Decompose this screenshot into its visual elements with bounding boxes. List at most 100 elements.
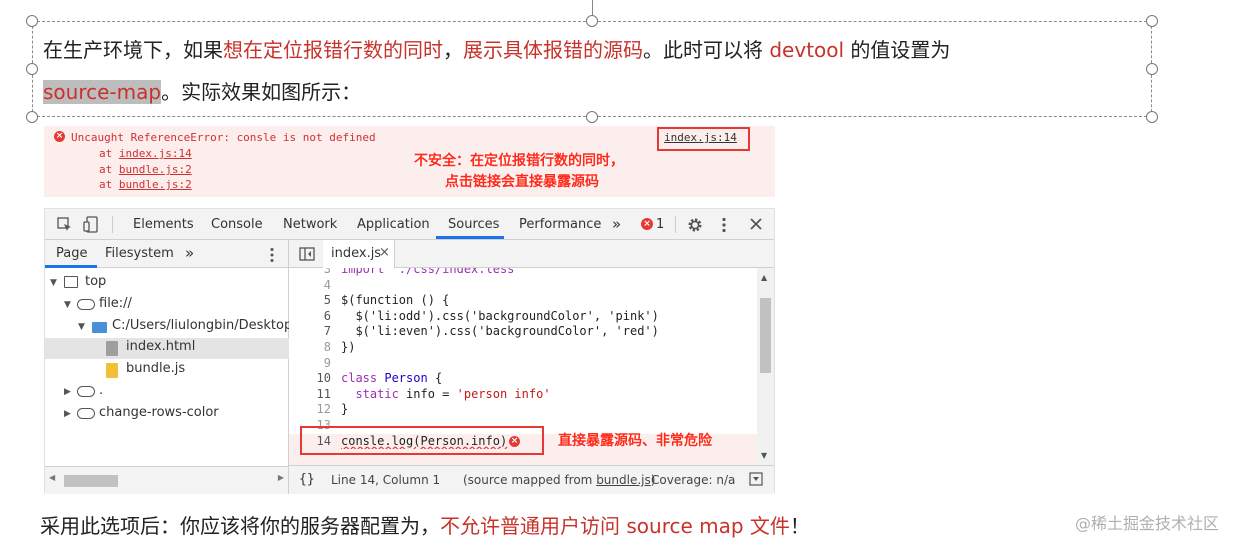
toggle-navigator-icon[interactable] xyxy=(299,247,315,261)
tree-item-change-rows-color[interactable]: ▶ change-rows-color xyxy=(45,404,289,425)
navigator-menu-icon[interactable] xyxy=(269,247,275,263)
code-text: } xyxy=(341,402,349,417)
tree-item-folder[interactable]: ▼ C:/Users/liulongbin/Desktop/vue xyxy=(45,317,289,338)
close-icon[interactable] xyxy=(750,218,762,230)
scroll-left-arrow-icon[interactable]: ◀ xyxy=(49,473,55,482)
scroll-right-arrow-icon[interactable]: ▶ xyxy=(278,473,284,482)
code-editor: index.js × 3 import './css/index.less' 4 … xyxy=(289,240,774,494)
code-line: 3 import './css/index.less' xyxy=(289,268,757,278)
line-number: 9 xyxy=(323,355,331,370)
code-text: import './css/index.less' xyxy=(341,268,522,276)
code-text: $('li:even').css('backgroundColor', 'red… xyxy=(341,324,659,339)
code-annotation: 直接暴露源码、非常危险 xyxy=(558,433,712,449)
navigator-scrollbar[interactable]: ◀ ▶ xyxy=(45,466,288,494)
resize-handle-middle-right[interactable] xyxy=(1146,63,1158,75)
horizontal-scroll-thumb[interactable] xyxy=(64,475,118,487)
code-line: 12} xyxy=(289,402,757,418)
folder-icon xyxy=(92,322,107,333)
stack-link[interactable]: bundle.js:2 xyxy=(119,178,192,191)
tree-label: bundle.js xyxy=(126,361,186,376)
editor-tab-label: index.js xyxy=(331,246,382,261)
navigator-tabs: Page Filesystem » xyxy=(45,240,288,268)
device-toolbar-icon[interactable] xyxy=(83,216,99,234)
collapse-arrow-icon[interactable]: ▶ xyxy=(64,387,71,397)
tree-label: file:// xyxy=(99,296,132,311)
collapse-arrow-icon[interactable]: ▶ xyxy=(64,409,71,419)
stack-link[interactable]: bundle.js:2 xyxy=(119,163,192,176)
tree-item-index-html[interactable]: index.html xyxy=(45,338,289,359)
resize-handle-top-right[interactable] xyxy=(1146,15,1158,27)
code-line: 4 xyxy=(289,278,757,294)
expand-arrow-icon[interactable]: ▼ xyxy=(78,322,85,332)
code-line: 11 static info = 'person info' xyxy=(289,387,757,403)
toggle-drawer-icon[interactable] xyxy=(749,472,763,486)
stack-line: at bundle.js:2 xyxy=(99,178,192,191)
scroll-up-arrow-icon[interactable]: ▲ xyxy=(761,273,767,282)
tab-sources[interactable]: Sources xyxy=(448,217,499,232)
more-tabs-button[interactable]: » xyxy=(612,215,621,233)
mapped-link[interactable]: bundle.js xyxy=(596,473,651,487)
stack-link[interactable]: index.js:14 xyxy=(119,147,192,160)
watermark: @稀土掘金技术社区 xyxy=(1075,514,1220,533)
expand-arrow-icon[interactable]: ▼ xyxy=(50,278,57,288)
tree-item-dot[interactable]: ▶ . xyxy=(45,382,289,403)
editor-tab-index-js[interactable]: index.js × xyxy=(323,240,395,268)
kebab-menu-icon[interactable] xyxy=(721,217,727,233)
devtool-keyword: devtool xyxy=(769,38,845,62)
source-map-keyword: source-map xyxy=(43,80,162,104)
text: 采用此选项后：你应该将你的服务器配置为， xyxy=(40,514,440,538)
code-highlight-box xyxy=(300,426,544,455)
stack-line: at index.js:14 xyxy=(99,147,192,160)
line-number: 4 xyxy=(323,277,331,292)
error-message: Uncaught ReferenceError: consle is not d… xyxy=(71,131,376,144)
vertical-scrollbar[interactable]: ▲ ▼ xyxy=(757,268,774,465)
string: 'person info' xyxy=(456,386,551,401)
line-number: 8 xyxy=(323,340,331,354)
error-count-icon[interactable]: × xyxy=(641,218,653,230)
error-count[interactable]: 1 xyxy=(656,217,664,232)
js-file-icon xyxy=(106,363,118,378)
line-number: 10 xyxy=(316,371,331,386)
tab-application[interactable]: Application xyxy=(357,217,430,232)
resize-handle-bottom-left[interactable] xyxy=(26,111,38,123)
expand-arrow-icon[interactable]: ▼ xyxy=(64,300,71,310)
tab-console[interactable]: Console xyxy=(211,217,263,232)
resize-handle-bottom-middle[interactable] xyxy=(586,111,598,123)
tree-label: . xyxy=(99,383,104,398)
resize-handle-top-middle[interactable] xyxy=(586,15,598,27)
tab-filesystem[interactable]: Filesystem xyxy=(105,246,174,261)
resize-handle-top-left[interactable] xyxy=(26,15,38,27)
code-text: $('li:odd').css('backgroundColor', 'pink… xyxy=(341,308,659,323)
inspect-element-icon[interactable] xyxy=(57,217,73,233)
tree-item-bundle-js[interactable]: bundle.js xyxy=(45,360,289,381)
vertical-scroll-thumb[interactable] xyxy=(760,298,771,373)
tab-network[interactable]: Network xyxy=(283,217,337,232)
editor-tabs: index.js × xyxy=(289,240,774,268)
code-text: static info = 'person info' xyxy=(341,386,551,401)
scroll-down-arrow-icon[interactable]: ▼ xyxy=(761,451,767,460)
code-line: 5 $(function () { xyxy=(289,293,757,309)
line-number: 5 xyxy=(323,293,331,308)
tab-performance[interactable]: Performance xyxy=(519,217,601,232)
resize-handle-bottom-right[interactable] xyxy=(1146,111,1158,123)
close-tab-icon[interactable]: × xyxy=(379,245,390,260)
code-line: 10 class Person { xyxy=(289,371,757,387)
bottom-paragraph: 采用此选项后：你应该将你的服务器配置为，不允许普通用户访问 source map… xyxy=(40,512,810,540)
settings-gear-icon[interactable] xyxy=(687,217,703,233)
error-icon: × xyxy=(54,131,65,142)
sources-navigator: Page Filesystem » ▼ top ▼ file:// ▼ C:/U… xyxy=(45,240,289,494)
tab-elements[interactable]: Elements xyxy=(133,217,194,232)
line-number: 3 xyxy=(323,268,331,276)
code-line: 6 $('li:odd').css('backgroundColor', 'pi… xyxy=(289,309,757,325)
tab-page[interactable]: Page xyxy=(56,246,87,261)
tree-item-top[interactable]: ▼ top xyxy=(45,273,289,294)
tree-item-file[interactable]: ▼ file:// xyxy=(45,295,289,316)
operator: = xyxy=(434,386,457,401)
more-nav-tabs-button[interactable]: » xyxy=(185,244,194,262)
tree-label: C:/Users/liulongbin/Desktop/vue xyxy=(112,318,289,333)
pretty-print-icon[interactable]: {} xyxy=(299,472,315,487)
editor-status-bar: {} Line 14, Column 1 (source mapped from… xyxy=(289,465,774,494)
line-number: 7 xyxy=(323,324,331,339)
resize-handle-middle-left[interactable] xyxy=(26,63,38,75)
code-text: }) xyxy=(341,340,356,354)
